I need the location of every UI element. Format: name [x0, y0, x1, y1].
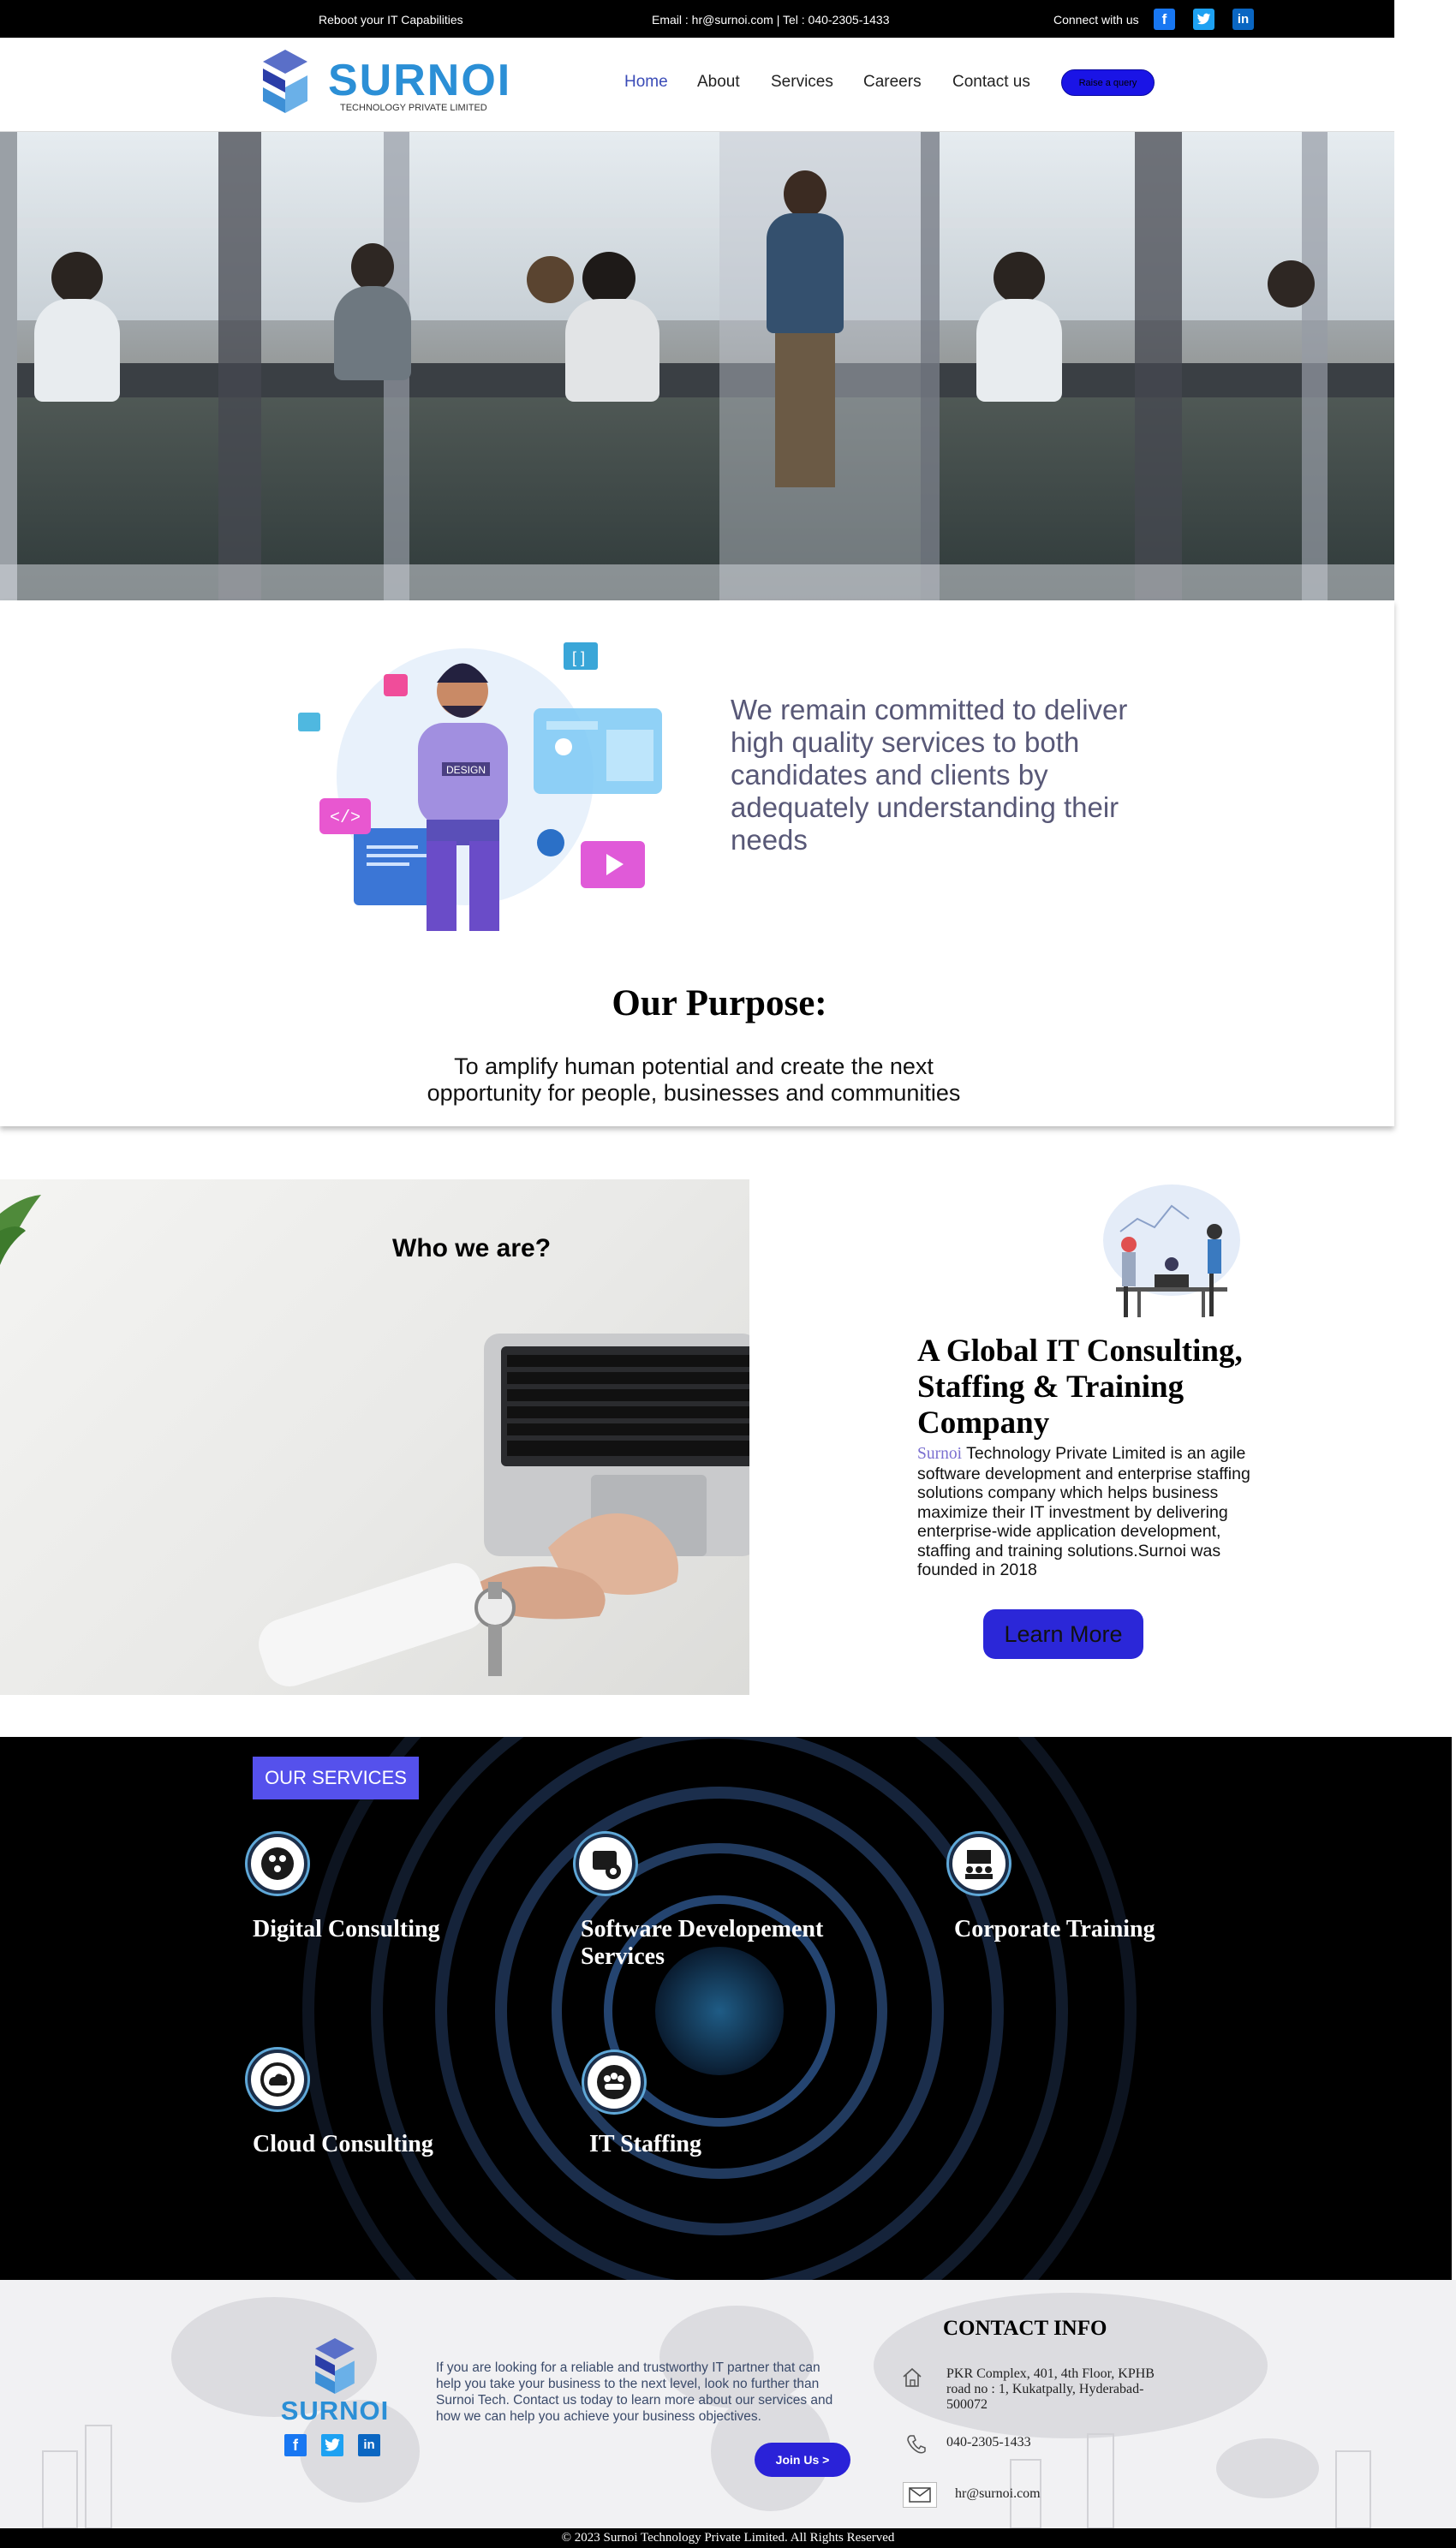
service-title-it-staffing: IT Staffing	[589, 2131, 701, 2157]
global-it-heading: A Global IT Consulting, Staffing & Train…	[917, 1334, 1243, 1441]
footer-brand-name: SURNOI	[280, 2396, 390, 2426]
learn-more-button[interactable]: Learn More	[983, 1609, 1143, 1659]
our-services-badge: OUR SERVICES	[253, 1757, 419, 1799]
service-title-digital-consulting: Digital Consulting	[253, 1916, 440, 1942]
footer-facebook-icon[interactable]: f	[284, 2434, 307, 2456]
contact-phone[interactable]: 040-2305-1433	[946, 2435, 1031, 2450]
connect-label: Connect with us	[1053, 13, 1139, 27]
about-paragraph: Surnoi Technology Private Limited is an …	[917, 1444, 1277, 1580]
linkedin-icon[interactable]: in	[1232, 9, 1254, 30]
contact-email[interactable]: hr@surnoi.com	[955, 2486, 1041, 2502]
twitter-icon[interactable]	[1193, 9, 1214, 30]
svg-text:DESIGN: DESIGN	[446, 764, 486, 776]
commitment-text: We remain committed to deliver high qual…	[731, 694, 1128, 856]
nav-contact[interactable]: Contact us	[952, 73, 1030, 92]
digital-consulting-icon	[248, 1834, 307, 1894]
service-title-cloud-consulting: Cloud Consulting	[253, 2131, 433, 2157]
services-section	[0, 1737, 1452, 2280]
contact-line: Email : hr@surnoi.com | Tel : 040-2305-1…	[652, 13, 890, 27]
laptop-desk-image	[0, 1179, 749, 1695]
footer-description: If you are looking for a reliable and tr…	[436, 2360, 833, 2424]
service-title-software-development: Software Developement Services	[581, 1916, 824, 1970]
hero-office-image	[0, 132, 1394, 600]
surnoi-brand-word: Surnoi	[917, 1445, 963, 1463]
it-staffing-icon	[584, 2052, 644, 2112]
surnoi-logo[interactable]: SURNOI TECHNOLOGY PRIVATE LIMITED	[260, 50, 516, 120]
nav-services[interactable]: Services	[771, 73, 833, 92]
brand-name: SURNOI	[328, 56, 512, 105]
who-we-are-title: Who we are?	[392, 1234, 552, 1262]
contact-info-title: CONTACT INFO	[943, 2317, 1107, 2340]
raise-query-button[interactable]: Raise a query	[1061, 69, 1155, 96]
contact-address: PKR Complex, 401, 4th Floor, KPHB road n…	[946, 2366, 1155, 2412]
about-body: Technology Private Limited is an agile s…	[917, 1444, 1250, 1579]
nav-careers[interactable]: Careers	[863, 73, 922, 92]
phone-icon	[903, 2431, 930, 2458]
nav-about[interactable]: About	[697, 73, 740, 92]
svg-text:[ ]: [ ]	[572, 649, 585, 666]
purpose-title: Our Purpose:	[612, 983, 827, 1023]
service-title-corporate-training: Corporate Training	[954, 1916, 1155, 1942]
brand-subtitle: TECHNOLOGY PRIVATE LIMITED	[340, 103, 487, 113]
footer-twitter-icon[interactable]	[321, 2434, 343, 2456]
copyright: © 2023 Surnoi Technology Private Limited…	[0, 2528, 1456, 2548]
facebook-icon[interactable]: f	[1154, 9, 1175, 30]
home-icon	[898, 2364, 926, 2391]
email-icon	[903, 2482, 937, 2508]
purpose-section	[0, 600, 1394, 1126]
corporate-training-icon	[949, 1834, 1009, 1894]
developer-illustration: [ ] </> DESIGN	[289, 627, 675, 935]
purpose-text: To amplify human potential and create th…	[427, 1053, 961, 1106]
top-bar: Reboot your IT Capabilities Email : hr@s…	[0, 0, 1394, 38]
software-development-icon	[576, 1834, 636, 1894]
tagline: Reboot your IT Capabilities	[319, 13, 463, 27]
footer-logo[interactable]: SURNOI	[278, 2338, 391, 2426]
nav-home[interactable]: Home	[624, 73, 668, 92]
cloud-consulting-icon	[248, 2050, 307, 2109]
footer-linkedin-icon[interactable]: in	[358, 2434, 380, 2456]
main-navbar: SURNOI TECHNOLOGY PRIVATE LIMITED Home A…	[0, 38, 1394, 132]
join-us-button[interactable]: Join Us >	[755, 2443, 850, 2477]
svg-text:</>: </>	[330, 809, 361, 828]
team-illustration	[1086, 1180, 1240, 1326]
